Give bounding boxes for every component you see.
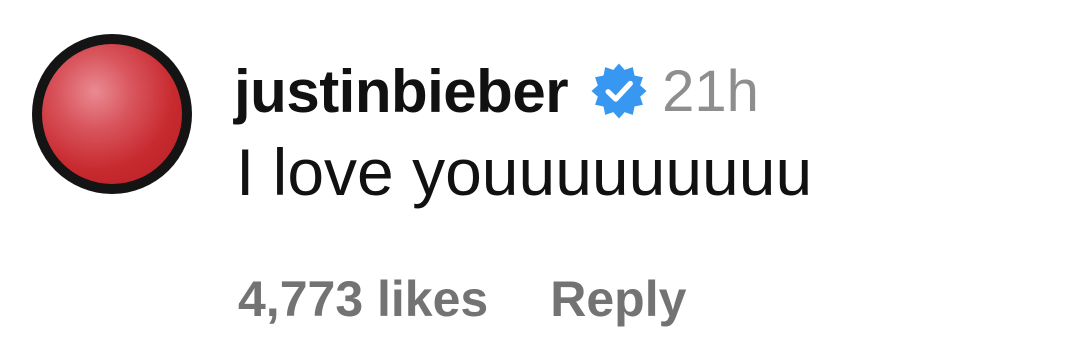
- avatar[interactable]: [32, 34, 192, 194]
- reply-button[interactable]: Reply: [550, 270, 686, 328]
- comment-text: I love youuuuuuuuu: [236, 135, 813, 209]
- timestamp[interactable]: 21h: [662, 58, 759, 125]
- likes-count-link[interactable]: 4,773 likes: [238, 270, 488, 328]
- comment-header: justinbieber 21h: [234, 46, 759, 136]
- username[interactable]: justinbieber: [234, 57, 569, 126]
- comment-actions: 4,773 likes Reply: [238, 270, 686, 328]
- comment: justinbieber 21h I love youuuuuuuuu 4,77…: [0, 0, 1080, 357]
- verified-badge-icon: [590, 62, 648, 120]
- avatar-image: [42, 44, 182, 184]
